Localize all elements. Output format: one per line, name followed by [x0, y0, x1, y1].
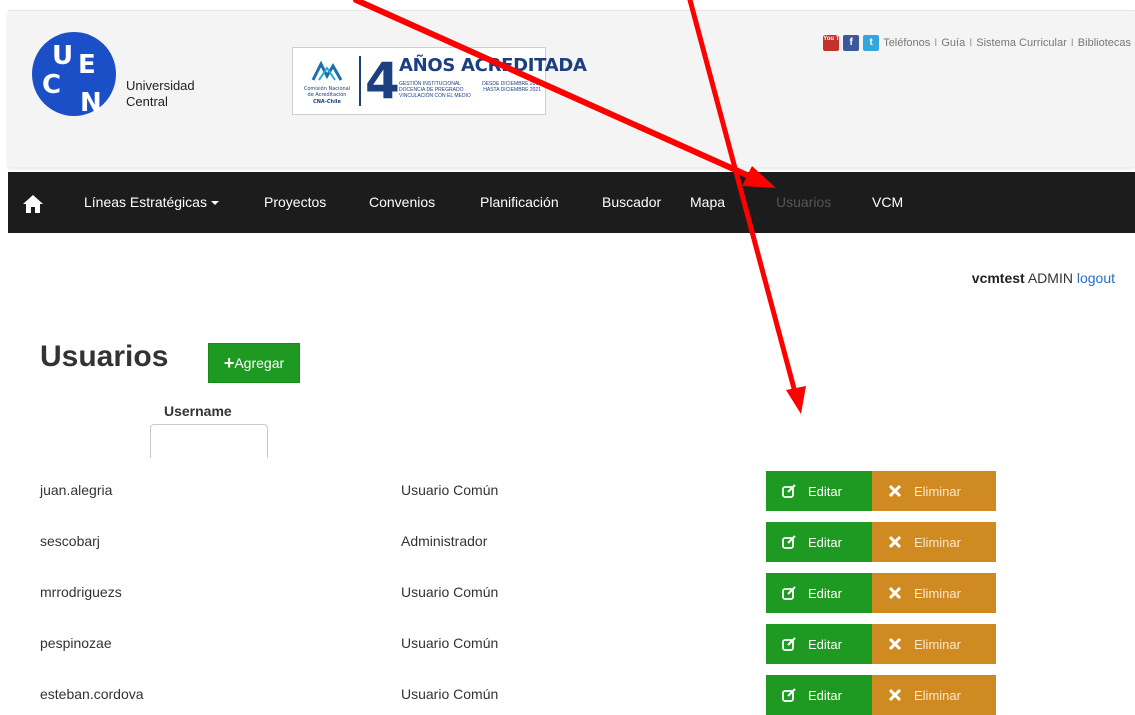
edit-icon [782, 637, 796, 651]
add-button-label: Agregar [234, 355, 285, 371]
row-role: Usuario Común [401, 635, 499, 651]
home-icon[interactable] [22, 194, 44, 214]
current-role: ADMIN [1027, 270, 1073, 286]
table-row: mrrodriguezs Usuario Común Editar Elimin… [0, 573, 1135, 613]
row-role: Usuario Común [401, 482, 499, 498]
accreditation-details: GESTIÓN INSTITUCIONAL DESDE DICIEMBRE 201… [399, 81, 541, 99]
link-telefonos[interactable]: Teléfonos [883, 37, 930, 49]
nav-item-convenios[interactable]: Convenios [369, 172, 435, 233]
delete-button[interactable]: Eliminar [872, 624, 996, 664]
delete-button[interactable]: Eliminar [872, 471, 996, 511]
delete-button[interactable]: Eliminar [872, 573, 996, 613]
caret-down-icon [210, 201, 219, 206]
nav-item-lineas-estrategicas[interactable]: Líneas Estratégicas [84, 172, 219, 233]
page-title: Usuarios [40, 340, 169, 373]
edit-button[interactable]: Editar [766, 573, 872, 613]
edit-button[interactable]: Editar [766, 675, 872, 715]
accreditation-badge[interactable]: Comisión Nacional de Acreditación CNA-Ch… [292, 47, 587, 115]
link-sistema-curricular[interactable]: Sistema Curricular [976, 37, 1066, 49]
row-role: Usuario Común [401, 584, 499, 600]
youtube-icon[interactable]: You Tube [823, 35, 850, 51]
close-icon [888, 535, 902, 549]
edit-button[interactable]: Editar [766, 624, 872, 664]
close-icon [888, 586, 902, 600]
nav-item-usuarios[interactable]: Usuarios [776, 172, 831, 233]
row-role: Administrador [401, 533, 488, 549]
row-username: juan.alegria [40, 482, 113, 498]
edit-button[interactable]: Editar [766, 471, 872, 511]
accreditation-title: AÑOS ACREDITADA [399, 55, 587, 76]
link-guia[interactable]: Guía [941, 37, 965, 49]
svg-text:C: C [42, 70, 61, 100]
row-username: sescobarj [40, 533, 100, 549]
nav-item-mapa[interactable]: Mapa [690, 172, 725, 233]
accreditation-years-number: 4 [365, 52, 400, 110]
table-row: juan.alegria Usuario Común Editar Elimin… [0, 471, 1135, 511]
svg-text:de Acreditación: de Acreditación [308, 91, 347, 98]
current-username: vcmtest [971, 270, 1025, 286]
ucen-logo[interactable]: U E C N [30, 31, 118, 117]
plus-icon: + [223, 353, 235, 373]
username-column-header: Username [164, 403, 232, 419]
edit-icon [782, 535, 796, 549]
link-separator: I [969, 37, 973, 49]
logout-link[interactable]: logout [1077, 270, 1115, 286]
link-bibliotecas[interactable]: Bibliotecas [1078, 37, 1131, 49]
svg-text:N: N [80, 88, 102, 117]
edit-icon [782, 586, 796, 600]
table-row: esteban.cordova Usuario Común Editar Eli… [0, 675, 1135, 715]
svg-text:U: U [52, 41, 73, 71]
close-icon [888, 688, 902, 702]
edit-icon [782, 484, 796, 498]
add-user-button[interactable]: +Agregar [208, 343, 300, 383]
username-filter-input[interactable] [150, 424, 268, 458]
edit-icon [782, 688, 796, 702]
nav-item-planificacion[interactable]: Planificación [480, 172, 559, 233]
link-separator: I [934, 37, 938, 49]
facebook-icon[interactable]: f [843, 35, 860, 51]
delete-button[interactable]: Eliminar [872, 522, 996, 562]
svg-text:CNA-Chile: CNA-Chile [313, 99, 341, 105]
row-role: Usuario Común [401, 686, 499, 702]
edit-button[interactable]: Editar [766, 522, 872, 562]
svg-text:Comisión Nacional: Comisión Nacional [304, 85, 350, 92]
nav-item-proyectos[interactable]: Proyectos [264, 172, 326, 233]
nav-item-buscador[interactable]: Buscador [602, 172, 661, 233]
university-name: Universidad Central [126, 78, 195, 109]
table-row: pespinozae Usuario Común Editar Eliminar [0, 624, 1135, 664]
top-links: You Tube f t Teléfonos I Guía I Sistema … [823, 35, 1131, 51]
row-username: mrrodriguezs [40, 584, 122, 600]
row-username: pespinozae [40, 635, 112, 651]
close-icon [888, 637, 902, 651]
main-navbar: Líneas Estratégicas Proyectos Convenios … [8, 172, 1135, 233]
cna-logo: Comisión Nacional de Acreditación CNA-Ch… [304, 60, 350, 105]
svg-text:E: E [78, 50, 96, 80]
site-header: U E C N Universidad Central Comisión Nac… [8, 10, 1135, 167]
link-separator: I [1070, 37, 1074, 49]
badge-divider [359, 56, 361, 106]
close-icon [888, 484, 902, 498]
nav-item-vcm[interactable]: VCM [872, 172, 903, 233]
user-info: vcmtest ADMIN logout [972, 270, 1115, 286]
twitter-icon[interactable]: t [863, 35, 880, 51]
delete-button[interactable]: Eliminar [872, 675, 996, 715]
row-username: esteban.cordova [40, 686, 144, 702]
table-row: sescobarj Administrador Editar Eliminar [0, 522, 1135, 562]
